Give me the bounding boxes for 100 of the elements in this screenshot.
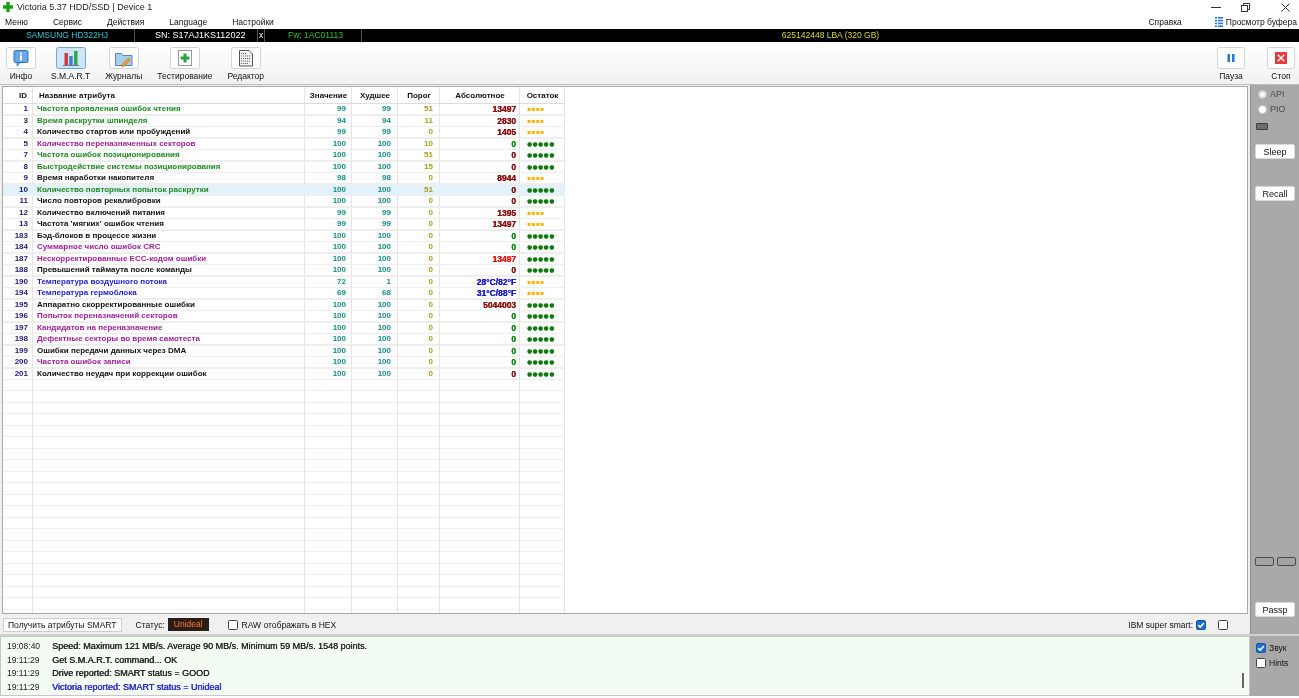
log-time: 19:11:29 <box>7 681 41 695</box>
menu-item[interactable]: Настройки <box>232 16 274 27</box>
table-cell-text: 0 <box>427 299 434 310</box>
table-cell-text: Время раскрутки шпинделя <box>36 115 149 126</box>
status-led-icon <box>1256 123 1268 130</box>
log-message: Get S.M.A.R.T. command... OK <box>52 653 178 667</box>
menu-item[interactable]: Действия <box>107 16 145 27</box>
toolbar-tab[interactable]: S.M.A.R.T <box>51 47 91 81</box>
column-header: Худшее <box>358 90 392 100</box>
side-button[interactable]: Passp <box>1255 602 1295 617</box>
restore-icon[interactable] <box>1241 2 1250 12</box>
blank-button[interactable] <box>1255 557 1274 566</box>
column-header: Остаток <box>525 90 560 100</box>
table-cell-text: 7 <box>22 150 29 161</box>
side-button[interactable]: Sleep <box>1255 144 1295 159</box>
table-cell-text: 0 <box>427 230 434 241</box>
toolbar-tab[interactable]: Инфо <box>6 47 36 81</box>
table-cell-text: 99 <box>336 207 347 218</box>
window-title: Victoria 5.37 HDD/SSD | Device 1 <box>17 2 153 12</box>
radio-label: PIO <box>1270 104 1286 114</box>
table-cell-text: 0 <box>427 311 434 322</box>
table-cell-text: 13 <box>18 219 29 230</box>
table-cell-text: 98 <box>381 173 392 184</box>
table-cell: 0 <box>511 138 516 149</box>
table-cell-text: 0 <box>427 207 434 218</box>
table-cell-text: 100 <box>376 150 392 161</box>
table-cell-text: 100 <box>331 265 347 276</box>
capacity-label: 625142448 LBA (320 GB) <box>780 29 881 42</box>
table-cell-text: 196 <box>13 311 29 322</box>
table-cell-text: 0 <box>427 253 434 264</box>
table-cell-text: Попыток переназначений секторов <box>36 311 179 322</box>
table-cell-text: 12 <box>18 207 29 218</box>
menu-item[interactable]: Меню <box>5 16 28 27</box>
table-cell-text: 100 <box>376 253 392 264</box>
minimize-icon[interactable] <box>1211 6 1221 8</box>
list-icon <box>1214 16 1223 27</box>
table-cell-text: 100 <box>331 150 347 161</box>
table-cell-text: 194 <box>13 288 29 299</box>
toolbar-tab[interactable]: Журналы <box>105 47 143 81</box>
table-cell-text: 0 <box>427 368 434 379</box>
column-header: Абсолютное <box>454 90 506 100</box>
table-cell: 0 <box>511 368 516 379</box>
table-cell-text: 100 <box>376 299 392 310</box>
checkbox-label: Hints <box>1269 658 1289 668</box>
pause-icon <box>1217 47 1245 69</box>
log-message: Victoria reported: SMART status = Unideal <box>52 681 222 695</box>
scrollbar-thumb[interactable] <box>1242 673 1244 688</box>
menu-item[interactable]: Сервис <box>53 16 83 27</box>
side-button[interactable]: Recall <box>1255 186 1295 201</box>
toolbar-tab[interactable]: Редактор <box>227 47 265 81</box>
table-cell-text: 0 <box>427 345 434 356</box>
menu-item[interactable]: Language <box>169 16 208 27</box>
table-cell: 0 <box>511 311 516 322</box>
table-cell-text: Число повторов рекалибровки <box>36 196 162 207</box>
log-message: Drive reported: SMART status = GOOD <box>52 667 210 681</box>
table-cell-text: 100 <box>376 368 392 379</box>
table-cell-text: 100 <box>331 311 347 322</box>
table-cell: 0 <box>511 196 516 207</box>
table-cell: 13497 <box>492 253 516 264</box>
table-cell: 31°C/88°F <box>476 288 516 299</box>
pause-button[interactable]: Пауза <box>1217 47 1245 81</box>
checkbox[interactable] <box>1256 643 1266 653</box>
table-cell-text: 99 <box>381 127 392 138</box>
table-cell-text: 3 <box>22 115 29 126</box>
table-cell-text: 100 <box>376 357 392 368</box>
checkbox[interactable] <box>227 619 238 630</box>
table-cell-text: 100 <box>376 311 392 322</box>
table-cell-text: Ошибки передачи данных через DMA <box>36 345 188 356</box>
column-header: Название атрибута <box>38 90 116 100</box>
table-cell-text: 187 <box>13 253 29 264</box>
bar-chart-icon <box>55 47 86 69</box>
table-cell: 0 <box>511 161 516 172</box>
document-plus-icon <box>169 47 200 69</box>
table-cell-text: 99 <box>336 127 347 138</box>
table-cell-text: 0 <box>427 196 434 207</box>
table-cell-text: 100 <box>376 138 392 149</box>
table-cell-text: 188 <box>13 265 29 276</box>
table-cell-text: 5 <box>22 138 29 149</box>
table-cell-text: Количество переназначенных секторов <box>36 138 197 149</box>
get-smart-button[interactable]: Получить атрибуты SMART <box>3 617 122 632</box>
table-cell-text: 0 <box>427 322 434 333</box>
table-cell-text: Температура гермоблока <box>36 288 138 299</box>
checkbox[interactable] <box>1196 619 1206 630</box>
table-cell-text: 100 <box>331 161 347 172</box>
table-cell-text: 99 <box>381 207 392 218</box>
table-cell-text: 51 <box>423 104 434 115</box>
stop-button[interactable]: Стоп <box>1267 47 1295 81</box>
menu-item[interactable]: Справка <box>1148 16 1182 27</box>
table-cell-text: 201 <box>13 368 29 379</box>
checkbox-label: Звук <box>1269 643 1287 653</box>
checkbox[interactable] <box>1256 658 1266 668</box>
buffer-view-menu-item[interactable]: Просмотр буфера <box>1214 16 1299 27</box>
close-icon[interactable] <box>1281 2 1290 12</box>
table-cell-text: 99 <box>381 104 392 115</box>
table-cell: 13497 <box>492 219 516 230</box>
toolbar-tab[interactable]: Тестирование <box>157 47 213 81</box>
checkbox[interactable] <box>1218 619 1228 630</box>
table-cell-text: 0 <box>427 173 434 184</box>
table-cell-text: 0 <box>427 265 434 276</box>
blank-button[interactable] <box>1277 557 1296 566</box>
